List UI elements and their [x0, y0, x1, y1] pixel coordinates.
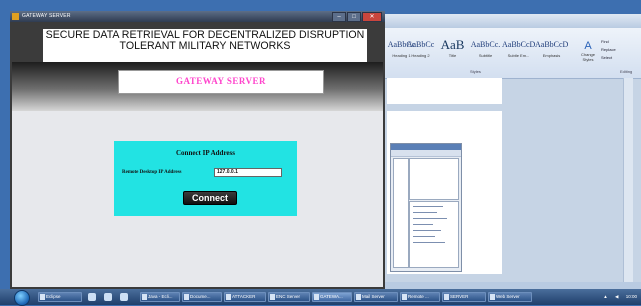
- java-icon: [402, 294, 407, 300]
- style-name: Emphasis: [542, 53, 561, 58]
- ide-text-line: [413, 242, 445, 243]
- task-label: Remote ...: [408, 294, 429, 299]
- style-sample: AaBbCc: [406, 40, 435, 49]
- volume-icon[interactable]: ◀: [615, 294, 618, 299]
- style-sample: AaBbCc.: [470, 40, 501, 49]
- task-label: Mail Server: [362, 294, 385, 299]
- minimize-button[interactable]: –: [332, 12, 346, 22]
- style-title[interactable]: AaB Title: [436, 38, 469, 68]
- clock[interactable]: 10:00: [626, 294, 637, 299]
- gateway-titlebar: GATEWAY SERVER – □ ✕: [10, 11, 385, 22]
- ide-text-line: [413, 218, 447, 219]
- select-button[interactable]: Select: [601, 54, 639, 62]
- java-app-icon: [12, 13, 19, 20]
- connect-button[interactable]: Connect: [183, 191, 237, 205]
- network-icon[interactable]: ▲: [603, 294, 607, 299]
- ide-text-line: [413, 206, 443, 207]
- server-label: GATEWAY SERVER: [175, 76, 267, 86]
- ip-address-input[interactable]: 127.0.0.1: [214, 168, 282, 177]
- project-title: SECURE DATA RETRIEVAL FOR DECENTRALIZED …: [43, 30, 367, 52]
- task-label: Docume...: [190, 294, 211, 299]
- style-name: Title: [448, 53, 457, 58]
- java-icon: [270, 294, 275, 300]
- ide-text-line: [413, 230, 441, 231]
- java-icon: [142, 294, 147, 300]
- ide-editor: [409, 158, 459, 200]
- find-button[interactable]: Find: [601, 38, 639, 46]
- task-mail-server[interactable]: Mail Server: [354, 292, 398, 302]
- connect-ip-title: Connect IP Address: [176, 149, 235, 157]
- task-web-server[interactable]: Web Server: [488, 292, 532, 302]
- editing-group-label: Editing: [620, 69, 633, 74]
- task-enc-server[interactable]: ENC Server: [268, 292, 310, 302]
- task-label: Web Server: [496, 294, 520, 299]
- task-label: ENC Server: [276, 294, 301, 299]
- embedded-ide-screenshot: [390, 143, 462, 272]
- task-server[interactable]: SERVER: [442, 292, 486, 302]
- taskbar: Eclipse Java - Ecli... Docume... ATTACKE…: [0, 289, 641, 306]
- task-document[interactable]: Docume...: [182, 292, 222, 302]
- close-button[interactable]: ✕: [362, 12, 382, 22]
- style-name: Heading 2: [411, 53, 430, 58]
- window-title: GATEWAY SERVER: [22, 13, 71, 19]
- java-icon: [444, 294, 449, 300]
- style-subtitle[interactable]: AaBbCc. Subtitle: [469, 38, 502, 68]
- style-sample: AaB: [440, 38, 465, 52]
- explorer-icon[interactable]: [104, 293, 112, 301]
- replace-button[interactable]: Replace: [601, 46, 639, 54]
- task-label: Eclipse: [46, 294, 61, 299]
- style-sample: AaBbCcDc: [535, 40, 568, 49]
- task-label: SERVER: [450, 294, 469, 299]
- task-eclipse[interactable]: Eclipse: [38, 292, 82, 302]
- word-titlebar: [385, 14, 641, 28]
- style-heading2[interactable]: AaBbCc Heading 2: [404, 38, 437, 68]
- task-remote[interactable]: Remote ...: [400, 292, 440, 302]
- maximize-button[interactable]: □: [347, 12, 361, 22]
- ide-text-line: [413, 212, 437, 213]
- server-label-box: GATEWAY SERVER: [118, 70, 324, 94]
- ide-text-line: [413, 236, 435, 237]
- change-styles-label: Change Styles: [580, 52, 595, 62]
- change-styles-icon: A: [584, 40, 592, 52]
- java-icon: [226, 294, 231, 300]
- change-styles-button[interactable]: A Change Styles: [576, 38, 600, 74]
- ip-address-label: Remote Desktop IP Address: [122, 170, 182, 175]
- system-tray: ▲ ◀ 10:00: [597, 292, 637, 302]
- document-page-top: [387, 78, 502, 104]
- style-subtle-emphasis[interactable]: AaBbCcDc Subtle Em...: [502, 38, 535, 68]
- connect-ip-card: Connect IP Address Remote Desktop IP Add…: [114, 141, 297, 216]
- project-title-line2: TOLERANT MILITARY NETWORKS: [119, 40, 291, 52]
- style-sample: AaBbCcDc: [502, 40, 535, 49]
- java-icon: [356, 294, 361, 300]
- task-label: Java - Ecli...: [148, 294, 173, 299]
- style-emphasis[interactable]: AaBbCcDc Emphasis: [535, 38, 568, 68]
- task-attacker[interactable]: ATTACKER: [224, 292, 266, 302]
- browser-icon[interactable]: [120, 293, 128, 301]
- ide-text-line: [413, 224, 433, 225]
- ide-toolbar: [391, 150, 461, 157]
- task-java-eclipse[interactable]: Java - Ecli...: [140, 292, 180, 302]
- window-controls: – □ ✕: [331, 12, 382, 22]
- styles-group-label: Styles: [470, 69, 481, 74]
- java-icon: [490, 294, 495, 300]
- style-name: Subtitle: [478, 53, 493, 58]
- gateway-server-window: GATEWAY SERVER – □ ✕ SECURE DATA RETRIEV…: [10, 11, 385, 289]
- word-vertical-scrollbar[interactable]: [623, 78, 633, 288]
- ide-package-explorer: [393, 158, 409, 268]
- java-icon: [314, 294, 319, 300]
- word-icon: [184, 294, 189, 300]
- style-name: Subtle Em...: [507, 53, 530, 58]
- task-gateway[interactable]: GATEWA...: [312, 292, 352, 302]
- show-desktop-icon[interactable]: [88, 293, 96, 301]
- eclipse-icon: [40, 294, 45, 300]
- word-status-bar: [385, 282, 641, 289]
- task-label: ATTACKER: [232, 294, 256, 299]
- start-button[interactable]: [14, 290, 30, 306]
- task-label: GATEWA...: [320, 294, 343, 299]
